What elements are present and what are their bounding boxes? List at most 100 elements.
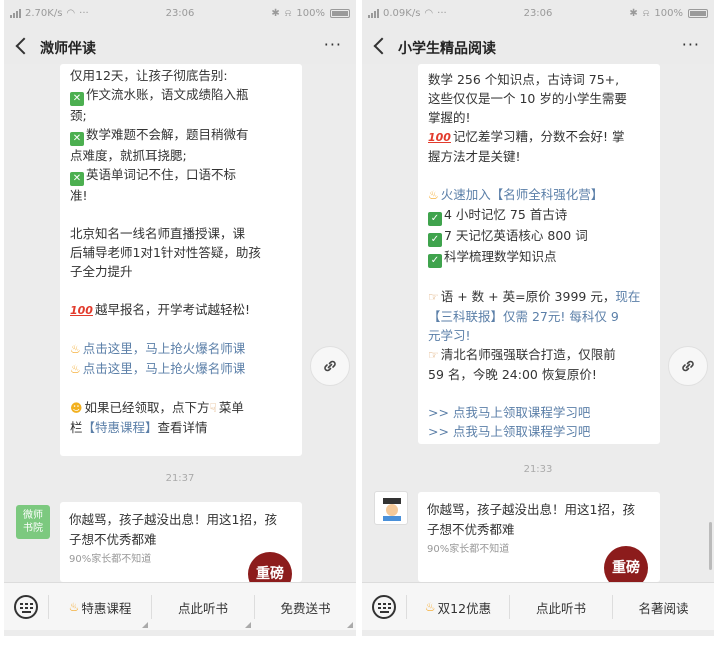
menu-item-2[interactable]: 点此听书 xyxy=(152,583,254,631)
fire-icon: ♨ xyxy=(68,600,80,614)
check-icon: ✓ xyxy=(428,254,442,268)
keyboard-icon[interactable] xyxy=(14,595,38,619)
cross-icon: ✕ xyxy=(70,92,84,106)
message-line-text[interactable]: 元学习! xyxy=(428,328,471,343)
message-link[interactable]: 【三科联报】仅需 27元! 每科仅 9 xyxy=(428,307,650,326)
nav-bar: 溦师伴读 ··· xyxy=(4,30,356,64)
menu-item-3[interactable]: 名著阅读 xyxy=(613,583,714,631)
message-link[interactable]: 元学习! xyxy=(428,326,650,345)
left-screenshot: 2.70K/s ◠ ··· 23:06 ✱ ⍾ 100% 溦师伴读 ··· 仅用… xyxy=(4,0,356,636)
message-line-text: 握方法才是关键! xyxy=(428,149,521,164)
fire-icon: ♨ xyxy=(424,600,436,614)
nav-bar: 小学生精品阅读 ··· xyxy=(362,30,714,64)
message-link[interactable]: >> 点我马上领取课程学习吧 xyxy=(428,403,650,422)
message-line: 握方法才是关键! xyxy=(428,147,650,166)
message-line: 100 记忆差学习糟，分数不会好! 掌 xyxy=(428,127,650,147)
bottom-menu-bar: ♨ 双12优惠 点此听书 名著阅读 xyxy=(362,582,714,630)
message-line: 子全力提升 xyxy=(70,262,292,281)
battery-icon xyxy=(330,9,350,18)
avatar[interactable]: 微师 书院 xyxy=(16,505,50,539)
message-line-text: 准! xyxy=(70,188,88,203)
chat-title: 溦师伴读 xyxy=(40,41,96,57)
more-icon[interactable]: ··· xyxy=(324,35,342,54)
message-line-text[interactable]: >> 点我马上领取课程学习吧 xyxy=(428,424,590,439)
fire-icon: ♨ xyxy=(70,342,81,356)
chat-area[interactable]: 数学 256 个知识点，古诗词 75+, 这些仅仅是一个 10 岁的小学生需要 掌握… xyxy=(362,64,714,582)
message-line-text: 记忆差学习糟，分数不会好! 掌 xyxy=(452,129,625,144)
article-subtitle: 90%家长都不知道 xyxy=(427,544,510,555)
link-button[interactable] xyxy=(310,346,350,386)
message-line-text: 掌握的! xyxy=(428,110,471,125)
message-line: ✓ 7 天记忆英语核心 800 词 xyxy=(428,226,650,247)
message-line-text: 59 名，今晚 24:00 恢复原价! xyxy=(428,367,597,382)
submenu-indicator xyxy=(142,622,148,628)
battery-percent: 100% xyxy=(296,8,325,19)
menu-item-1[interactable]: ♨ 特惠课程 xyxy=(49,583,151,631)
message-link[interactable]: ♨ 火速加入【名师全科强化营】 xyxy=(428,185,650,205)
menu-item-1[interactable]: ♨ 双12优惠 xyxy=(407,583,509,631)
menu-item-3[interactable]: 免费送书 xyxy=(255,583,356,631)
message-line-tail[interactable]: 现在 xyxy=(615,289,640,304)
message-line-text[interactable]: 【三科联报】仅需 27元! 每科仅 9 xyxy=(428,309,619,324)
article-title: 你越骂，孩子越没出息！用这1招，孩子想不优秀都难 xyxy=(427,502,635,537)
message-line-text: 语 + 数 + 英=原价 3999 元， xyxy=(440,289,616,304)
link-button[interactable] xyxy=(668,346,708,386)
message-line: 100 越早报名，开学考试越轻松! xyxy=(70,300,292,320)
bluetooth-icon: ✱ xyxy=(629,8,638,19)
message-line: 颈; xyxy=(70,106,292,125)
message-line-text[interactable]: 点击这里，马上抢火爆名师课 xyxy=(83,341,246,356)
article-card[interactable]: 你越骂，孩子越没出息！用这1招，孩子想不优秀都难 90%家长都不知道 重磅 xyxy=(418,492,660,582)
message-line-text: 4 小时记忆 75 首古诗 xyxy=(444,207,568,222)
message-line-text[interactable]: 点击这里，马上抢火爆名师课 xyxy=(83,361,246,376)
message-line-text: 7 天记忆英语核心 800 词 xyxy=(444,228,588,243)
message-line: 数学 256 个知识点，古诗词 75+, xyxy=(428,70,650,89)
more-icon[interactable]: ··· xyxy=(682,35,700,54)
scrollbar[interactable] xyxy=(709,522,712,570)
message-line-text[interactable]: 火速加入【名师全科强化营】 xyxy=(441,187,604,202)
message-line-text: 数学难题不会解，题目稍微有 xyxy=(86,127,249,142)
message-line-text: 后辅导老师1对1针对性答疑，助孩 xyxy=(70,245,261,260)
book-icon xyxy=(383,516,401,521)
message-link[interactable]: ♨ 点击这里，马上抢火爆名师课 xyxy=(70,359,292,379)
menu-item-2[interactable]: 点此听书 xyxy=(510,583,612,631)
right-screenshot: 0.09K/s ◠ ··· 23:06 ✱ ⍾ 100% 小学生精品阅读 ···… xyxy=(362,0,714,636)
message-line: ✓ 4 小时记忆 75 首古诗 xyxy=(428,205,650,226)
message-line: 北京知名一线名师直播授课，课 xyxy=(70,224,292,243)
message-bubble[interactable]: 仅用12天，让孩子彻底告别: ✕ 作文流水账，语文成绩陷入瓶 颈; ✕ 数学难题不会解，题… xyxy=(60,64,302,456)
inline-link[interactable]: 【特惠课程】 xyxy=(83,420,158,435)
message-line-text: 清北名师强强联合打造，仅限前 xyxy=(440,347,616,362)
message-link[interactable]: ♨ 点击这里，马上抢火爆名师课 xyxy=(70,339,292,359)
point-right-icon: ☞ xyxy=(428,348,439,362)
message-line: 准! xyxy=(70,186,292,205)
message-line: ✓ 科学梳理数学知识点 xyxy=(428,247,650,268)
message-bubble[interactable]: 数学 256 个知识点，古诗词 75+, 这些仅仅是一个 10 岁的小学生需要 掌握… xyxy=(418,64,660,444)
message-line-tail: 菜单 xyxy=(218,400,244,415)
fire-icon: ♨ xyxy=(428,188,439,202)
menu-item-label: 免费送书 xyxy=(280,600,331,616)
check-icon: ✓ xyxy=(428,233,442,247)
chat-area[interactable]: 仅用12天，让孩子彻底告别: ✕ 作文流水账，语文成绩陷入瓶 颈; ✕ 数学难题不会解，题… xyxy=(4,64,356,582)
back-icon[interactable] xyxy=(373,37,391,55)
status-bar: 2.70K/s ◠ ··· 23:06 ✱ ⍾ 100% xyxy=(4,0,356,30)
cross-icon: ✕ xyxy=(70,132,84,146)
mute-icon: ⍾ xyxy=(284,8,292,19)
avatar-text-2: 书院 xyxy=(23,523,43,534)
mute-icon: ⍾ xyxy=(642,8,650,19)
message-link[interactable]: >> 点我马上领取课程学习吧 xyxy=(428,422,650,441)
message-line-text: 英语单词记不住，口语不标 xyxy=(86,167,237,182)
message-line-text: 作文流水账，语文成绩陷入瓶 xyxy=(86,87,249,102)
link-icon xyxy=(682,360,694,372)
heart-eyes-icon: ☻ xyxy=(70,401,83,415)
article-card[interactable]: 你越骂，孩子越没出息！用这1招，孩子想不优秀都难 90%家长都不知道 重磅 xyxy=(60,502,302,582)
article-subtitle: 90%家长都不知道 xyxy=(69,554,152,565)
avatar-text-1: 微师 xyxy=(23,510,43,521)
back-icon[interactable] xyxy=(15,37,33,55)
avatar[interactable] xyxy=(374,491,408,525)
message-line: 仅用12天，让孩子彻底告别: xyxy=(70,66,292,85)
article-badge: 重磅 xyxy=(248,552,292,582)
message-line-text[interactable]: >> 点我马上领取课程学习吧 xyxy=(428,405,590,420)
status-bar: 0.09K/s ◠ ··· 23:06 ✱ ⍾ 100% xyxy=(362,0,714,30)
keyboard-icon[interactable] xyxy=(372,595,396,619)
